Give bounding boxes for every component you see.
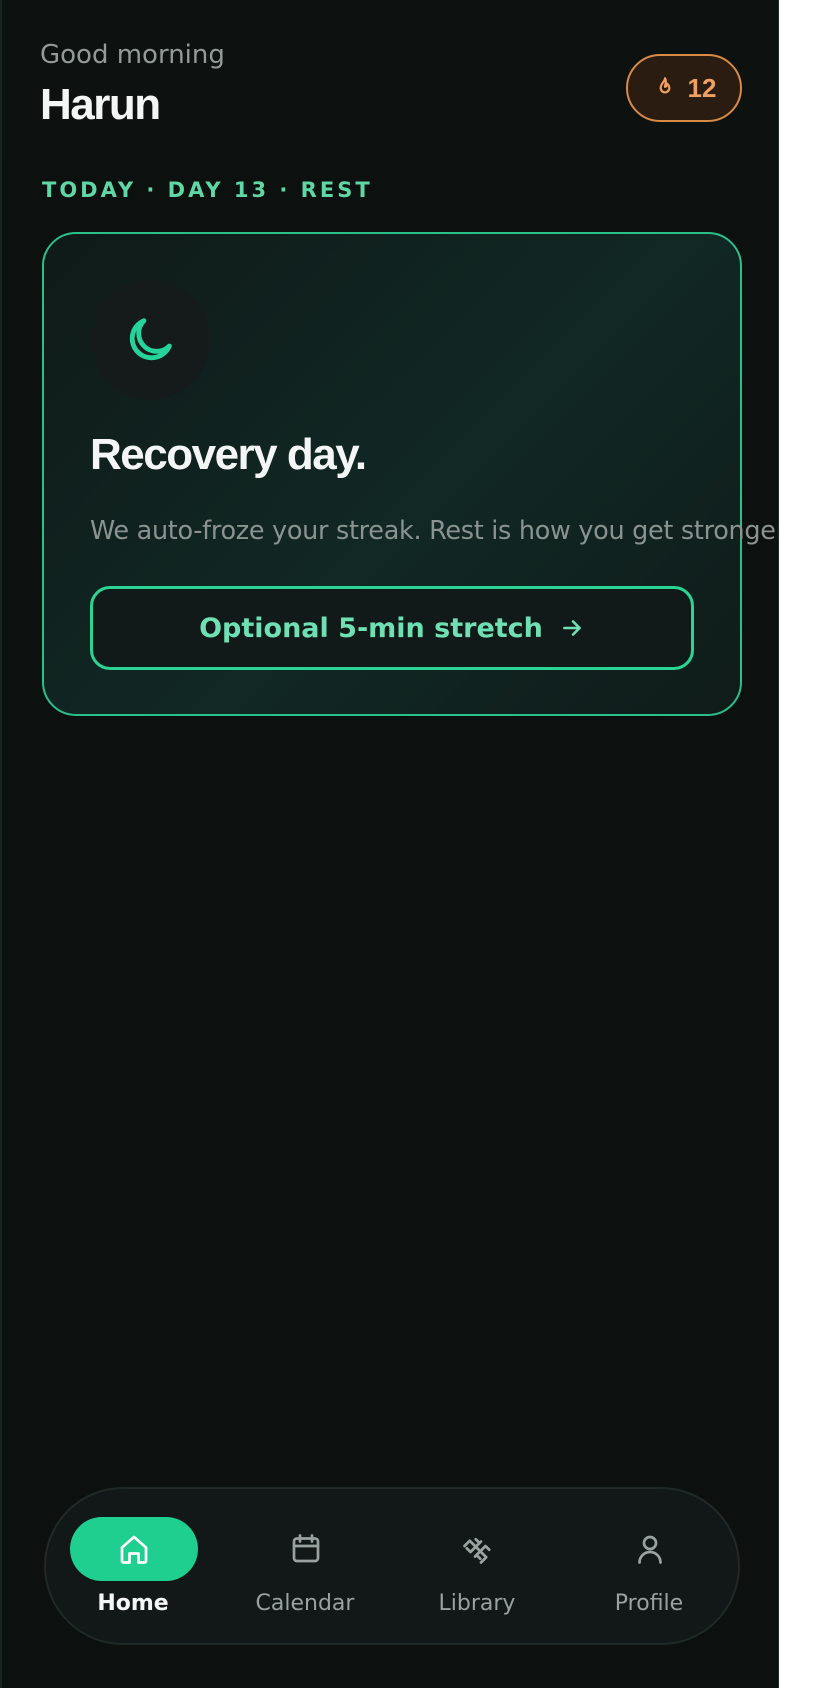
tab-calendar-pill (242, 1517, 370, 1581)
tab-library[interactable]: Library (390, 1489, 564, 1643)
streak-count: 12 (687, 72, 717, 103)
tab-home-label: Home (97, 1591, 169, 1616)
tab-profile-label: Profile (614, 1591, 684, 1616)
tab-library-pill (414, 1517, 542, 1581)
dumbbell-icon (463, 1537, 491, 1564)
arrow-right-icon (563, 620, 581, 636)
tab-home[interactable]: Home (46, 1489, 220, 1643)
user-name: Harun (40, 80, 161, 129)
home-icon (120, 1535, 148, 1564)
bottom-tab-bar: Home Calendar Library Profile (44, 1487, 740, 1645)
tab-library-label: Library (438, 1591, 516, 1616)
tab-profile-pill (586, 1517, 714, 1581)
tab-home-pill (70, 1517, 198, 1581)
moon-icon (129, 318, 172, 361)
stretch-button[interactable]: Optional 5-min stretch (90, 586, 694, 670)
day-label: TODAY · DAY 13 · REST (42, 178, 373, 202)
header: Good morning Harun 12 (2, 0, 778, 160)
flame-icon (659, 77, 670, 94)
card-title: Recovery day. (90, 430, 367, 479)
stretch-button-label: Optional 5-min stretch (199, 612, 543, 644)
streak-badge[interactable]: 12 (626, 54, 742, 122)
tab-profile[interactable]: Profile (562, 1489, 736, 1643)
greeting-text: Good morning (40, 40, 225, 70)
user-icon (638, 1535, 662, 1564)
app-screen: Good morning Harun 12 TODAY · DAY 13 · R… (0, 0, 779, 1688)
tab-calendar[interactable]: Calendar (218, 1489, 392, 1643)
moon-icon-circle (90, 280, 210, 400)
calendar-icon (292, 1534, 320, 1563)
recovery-card: Recovery day. We auto-froze your streak.… (42, 232, 778, 716)
card-description: We auto-froze your streak. Rest is how y… (90, 516, 779, 546)
tab-calendar-label: Calendar (255, 1591, 355, 1616)
